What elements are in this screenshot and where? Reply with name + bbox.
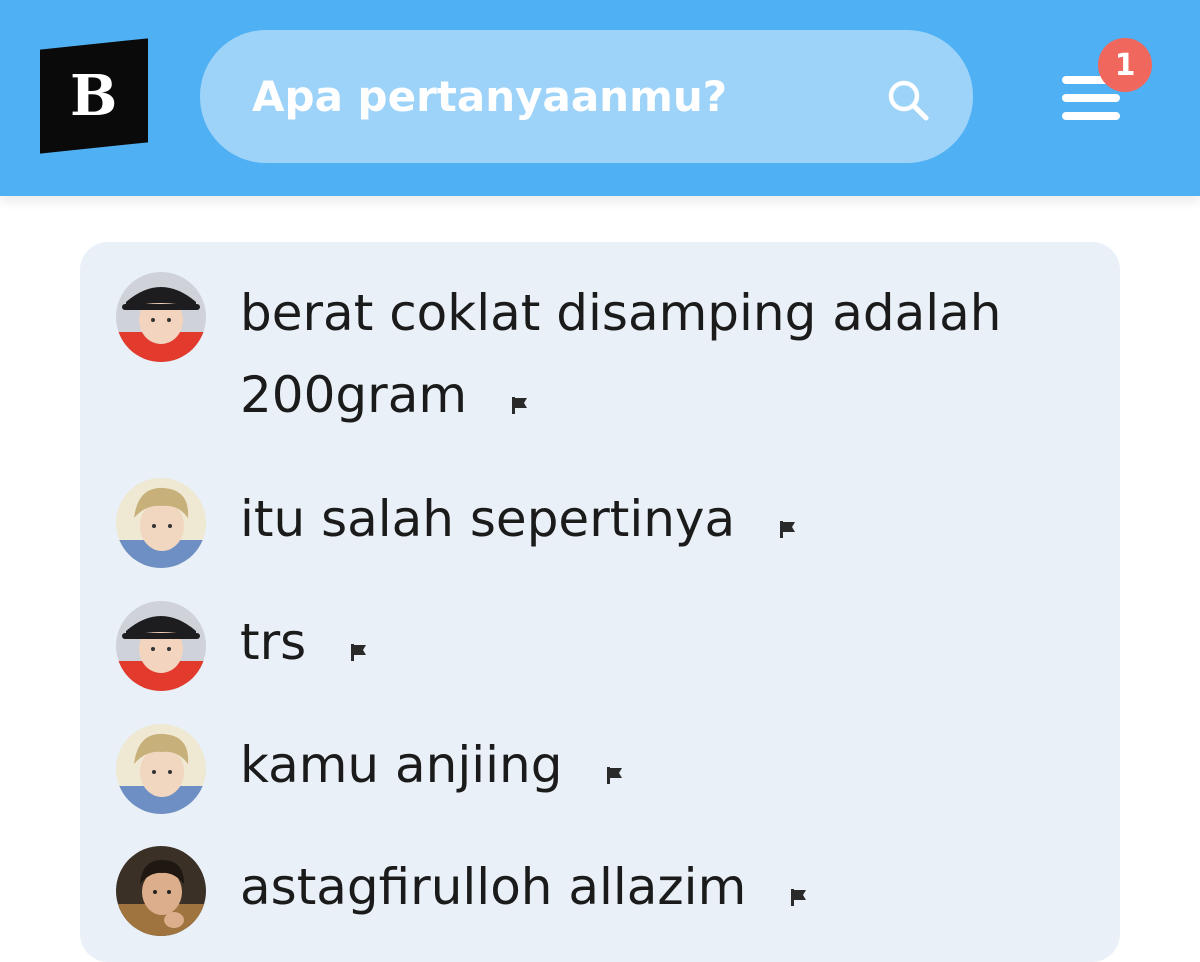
comment-text: itu salah sepertinya: [240, 490, 736, 548]
notification-badge[interactable]: 1: [1098, 38, 1152, 92]
flag-icon[interactable]: [604, 728, 626, 810]
search-icon[interactable]: [884, 76, 932, 124]
flag-icon[interactable]: [348, 605, 370, 687]
comment-item: itu salah sepertinya: [116, 478, 1060, 568]
comment-item: trs: [116, 601, 1060, 691]
comment-text: astagfirulloh allazim: [240, 858, 747, 916]
logo-letter: B: [70, 63, 118, 129]
search-bar[interactable]: [200, 30, 973, 163]
top-bar: B 1: [0, 0, 1200, 196]
search-input[interactable]: [252, 60, 852, 132]
comment-item: berat coklat disamping adalah 200gram: [116, 272, 1060, 440]
comment-text-block: astagfirulloh allazim: [240, 846, 1060, 932]
brainly-logo[interactable]: B: [40, 38, 148, 154]
avatar[interactable]: [116, 478, 206, 568]
comment-item: kamu anjiing: [116, 724, 1060, 814]
flag-icon[interactable]: [788, 850, 810, 932]
comment-text: kamu anjiing: [240, 736, 563, 794]
menu-icon-bar: [1062, 94, 1120, 102]
avatar[interactable]: [116, 601, 206, 691]
comment-text-block: berat coklat disamping adalah 200gram: [240, 272, 1060, 440]
flag-icon[interactable]: [777, 482, 799, 564]
comment-text-block: trs: [240, 601, 1060, 687]
comment-text-block: kamu anjiing: [240, 724, 1060, 810]
comment-item: astagfirulloh allazim: [116, 846, 1060, 936]
comment-text-block: itu salah sepertinya: [240, 478, 1060, 564]
flag-icon[interactable]: [509, 358, 531, 440]
avatar[interactable]: [116, 272, 206, 362]
avatar[interactable]: [116, 724, 206, 814]
comment-text: trs: [240, 613, 307, 671]
avatar[interactable]: [116, 846, 206, 936]
menu-icon-bar: [1062, 112, 1120, 120]
comment-text: berat coklat disamping adalah 200gram: [240, 284, 1002, 424]
